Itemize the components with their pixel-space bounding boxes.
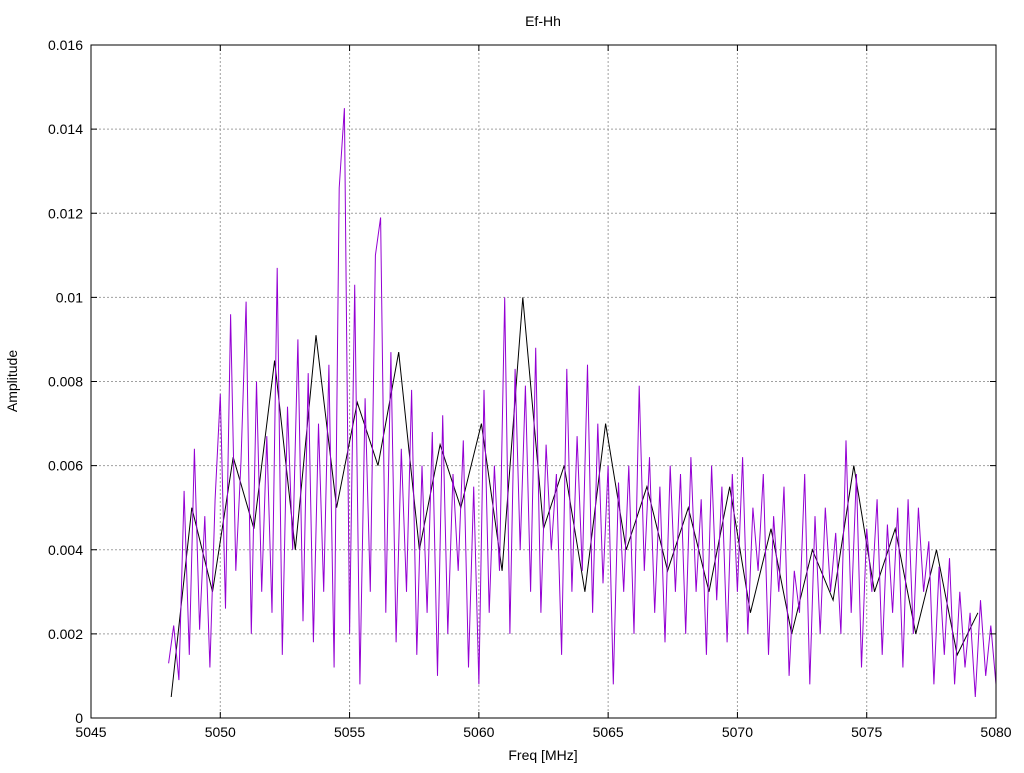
x-tick-label: 5075 <box>851 724 882 740</box>
y-tick-label: 0.014 <box>48 121 83 137</box>
chart-container: Ef-Hh Freq [MHz] Amplitude 5045 5050 5055 5… <box>0 0 1024 768</box>
y-tick-label: 0.004 <box>48 542 83 558</box>
x-tick-label: 5065 <box>593 724 624 740</box>
y-tick-label: 0.006 <box>48 458 83 474</box>
x-tick-label: 5050 <box>205 724 236 740</box>
x-tick-label: 5060 <box>463 724 494 740</box>
y-tick-label: 0.016 <box>48 37 83 53</box>
chart-title: Ef-Hh <box>525 13 561 29</box>
y-tick-label: 0.008 <box>48 374 83 390</box>
x-axis-label: Freq [MHz] <box>508 747 577 763</box>
y-tick-label: 0.002 <box>48 626 83 642</box>
x-tick-label: 5045 <box>75 724 106 740</box>
y-tick-label: 0.01 <box>56 289 83 305</box>
series-group <box>168 108 997 698</box>
series-line-purple <box>168 108 997 698</box>
x-tick-label: 5070 <box>722 724 753 740</box>
x-tick-label: 5055 <box>334 724 365 740</box>
y-tick-label: 0.012 <box>48 205 83 221</box>
y-tick-label: 0 <box>75 710 83 726</box>
y-axis-label: Amplitude <box>4 350 20 412</box>
x-tick-label: 5080 <box>980 724 1011 740</box>
chart-svg: Ef-Hh Freq [MHz] Amplitude 5045 5050 5055 5… <box>4 13 1012 763</box>
